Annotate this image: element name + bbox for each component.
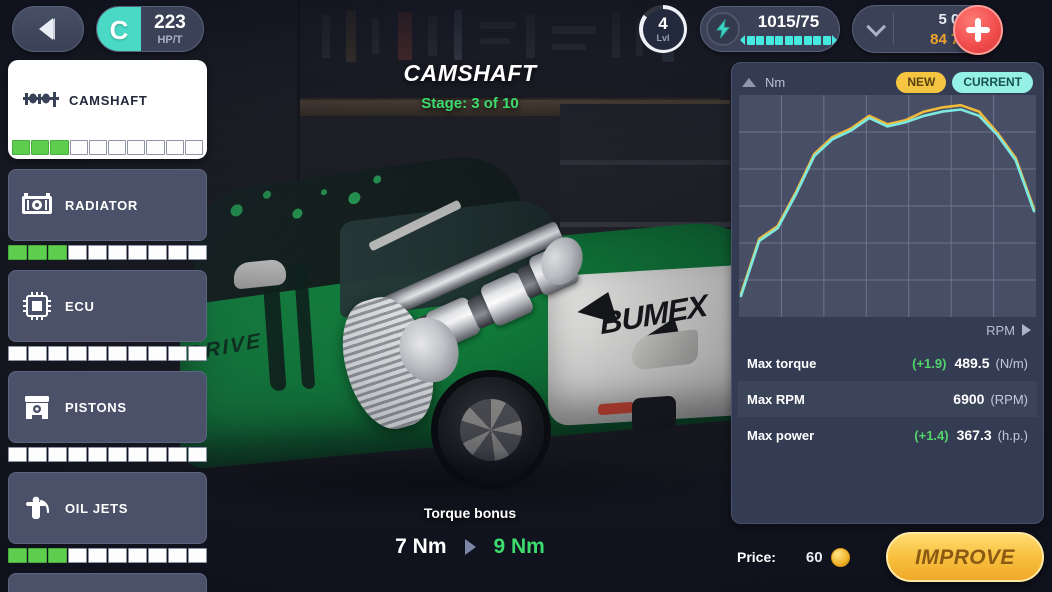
upgrade-progress-bar [12,140,204,155]
upgrade-progress-bar [8,346,207,361]
stat-label: Max torque [747,355,817,371]
triangle-right-icon [1022,324,1031,336]
price-label: Price: [737,549,776,565]
level-label: Lvl [656,33,670,43]
triangle-right-icon [464,538,476,555]
sidebar-item-label: PISTONS [65,399,127,415]
stat-value: 489.5 [954,355,990,371]
grade-unit: HP/T [157,33,183,46]
lightning-bolt-icon [706,12,740,46]
chart-x-axis: RPM [738,317,1037,343]
legend-current-badge[interactable]: CURRENT [952,71,1033,93]
sidebar-item-label: CAMSHAFT [69,92,148,108]
stat-row-max-power: Max power (+1.4) 367.3 (h.p.) [738,417,1037,453]
chevron-left-icon [38,18,53,40]
part-header: CAMSHAFT Stage: 3 of 10 [215,60,725,112]
parts-sidebar[interactable]: CAMSHAFT RADIATOR ECU PISTONS OIL JETS [0,60,215,592]
improve-button-label: IMPROVE [915,545,1015,569]
stat-value: 367.3 [956,427,992,443]
piston-icon [9,394,65,420]
stat-row-max-torque: Max torque (+1.9) 489.5 (N/m) [738,345,1037,381]
torque-curve-chart[interactable] [739,95,1036,317]
stats-list: Max torque (+1.9) 489.5 (N/m) Max RPM 69… [738,345,1037,453]
level-indicator[interactable]: 4 Lvl [639,5,687,53]
top-status-bar: C 223 HP/T 4 Lvl 1015/75 5 84 747 [0,0,1052,58]
grade-value: 223 [154,11,186,33]
sidebar-item-pistons[interactable]: PISTONS [8,371,207,462]
chip-icon [9,292,65,320]
currency-panel[interactable]: 5 096 84 747 [852,5,1003,55]
stage-indicator: Stage: 3 of 10 [421,95,519,112]
stat-value: 6900 [953,391,985,407]
stat-label: Max RPM [747,391,805,407]
stat-label: Max power [747,427,815,443]
sidebar-item-label: OIL JETS [65,500,129,516]
add-currency-button[interactable] [953,5,1003,55]
grade-letter: C [97,7,141,51]
legend-new-badge[interactable]: NEW [896,71,947,93]
chart-y-axis-label: Nm [765,74,786,90]
stat-delta: (+1.4) [914,427,949,443]
sidebar-item-camshaft[interactable]: CAMSHAFT [8,60,207,159]
stat-unit: (h.p.) [997,427,1028,443]
chart-header: Nm NEW CURRENT [738,69,1037,95]
torque-bonus-block: Torque bonus 7 Nm 9 Nm [215,506,725,557]
sidebar-item-radiator[interactable]: RADIATOR [8,169,207,260]
upgrade-progress-bar [8,548,207,563]
stats-panel: Nm NEW CURRENT RPM Max torque (+1.9) 489… [731,62,1044,524]
gold-coin-icon [830,547,850,567]
stat-unit: (RPM) [990,391,1028,407]
torque-curve-svg [739,95,1036,317]
sidebar-item-oil-cooler[interactable]: OIL COOLER [8,573,207,592]
energy-value: 1015/75 [757,12,820,31]
camshaft-icon [13,92,69,108]
stat-unit: (N/m) [995,355,1029,371]
torque-bonus-next: 9 Nm [493,535,545,558]
page-title: CAMSHAFT [403,60,537,86]
purchase-bar: Price: 60 IMPROVE [731,528,1044,586]
oil-jet-icon [9,495,65,521]
chart-x-axis-label: RPM [986,322,1015,338]
sidebar-item-label: RADIATOR [65,197,139,213]
upgrade-progress-bar [8,447,207,462]
price-value: 60 [805,548,823,566]
back-button[interactable] [12,6,84,52]
triangle-up-icon [742,77,756,87]
grade-badge[interactable]: C 223 HP/T [96,6,204,52]
upgrade-progress-bar [8,245,207,260]
torque-bonus-current: 7 Nm [395,535,447,558]
stat-row-max-rpm: Max RPM 6900 (RPM) [738,381,1037,417]
energy-meter[interactable]: 1015/75 [700,6,840,52]
chevron-down-icon[interactable] [866,16,887,37]
stat-delta: (+1.9) [912,355,947,371]
sidebar-item-label: ECU [65,298,95,314]
sidebar-item-oil-jets[interactable]: OIL JETS [8,472,207,563]
radiator-icon [9,192,65,218]
torque-bonus-label: Torque bonus [423,505,517,521]
energy-segment-bar [740,35,837,45]
sidebar-item-ecu[interactable]: ECU [8,270,207,361]
improve-button[interactable]: IMPROVE [886,532,1044,582]
level-value: 4 [658,14,668,33]
